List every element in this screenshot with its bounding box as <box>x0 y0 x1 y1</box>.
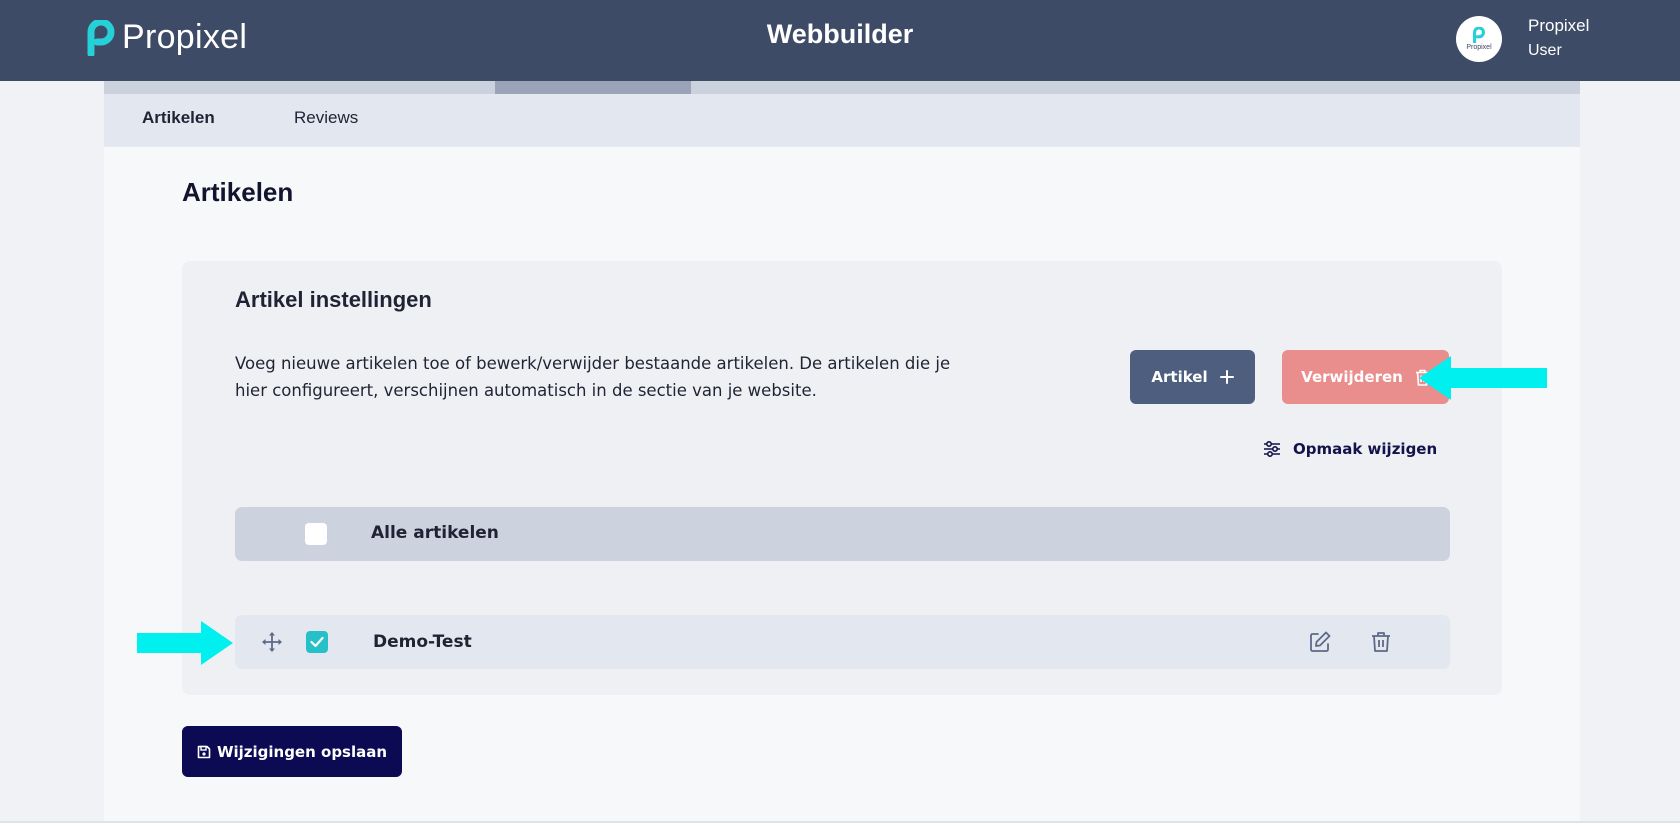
check-icon <box>310 636 324 648</box>
select-all-checkbox[interactable] <box>305 523 327 545</box>
select-all-label: Alle artikelen <box>371 523 499 543</box>
plus-icon <box>1219 370 1234 384</box>
card-description: Voeg nieuwe artikelen toe of bewerk/verw… <box>235 354 951 400</box>
add-article-button-label: Artikel <box>1151 368 1208 386</box>
save-changes-label: Wijzigingen opslaan <box>216 742 388 761</box>
tab-artikelen[interactable]: Artikelen <box>142 108 215 128</box>
item-label: Demo-Test <box>373 632 472 652</box>
delete-button-label: Verwijderen <box>1301 368 1403 386</box>
user-role: User <box>1528 42 1562 59</box>
tab-bar: Artikelen Reviews <box>104 94 1580 147</box>
list-item: Demo-Test <box>235 615 1450 669</box>
tab-reviews[interactable]: Reviews <box>294 108 358 128</box>
edit-format-label: Opmaak wijzigen <box>1293 440 1438 458</box>
annotation-arrow-left-icon <box>1419 356 1547 400</box>
card-title: Artikel instellingen <box>235 287 432 312</box>
add-article-button[interactable]: Artikel <box>1130 350 1255 404</box>
item-checkbox[interactable] <box>306 631 328 653</box>
avatar[interactable]: Propixel <box>1456 16 1502 62</box>
select-all-row: Alle artikelen <box>235 507 1450 561</box>
edit-icon[interactable] <box>1308 630 1332 654</box>
save-changes-button[interactable]: Wijzigingen opslaan <box>182 726 402 777</box>
main-content: Artikelen Reviews Artikelen Artikel inst… <box>104 81 1580 823</box>
edit-format-link[interactable]: Opmaak wijzigen <box>1263 440 1437 458</box>
floppy-disk-icon <box>197 745 211 758</box>
sliders-icon <box>1264 441 1280 457</box>
avatar-logo-icon <box>1473 27 1485 43</box>
top-bar: Propixel Webbuilder Propixel Propixel Us… <box>0 0 1680 81</box>
user-name[interactable]: Propixel <box>1528 16 1589 36</box>
page-title: Artikelen <box>182 177 294 207</box>
progress-bar <box>104 81 1580 94</box>
annotation-arrow-right-icon <box>137 621 233 665</box>
app-title: Webbuilder <box>766 19 914 49</box>
trash-icon[interactable] <box>1369 630 1393 654</box>
article-settings-card: Artikel instellingen Voeg nieuwe artikel… <box>182 261 1502 695</box>
progress-bar-fill <box>495 81 691 94</box>
avatar-label: Propixel <box>1466 44 1492 51</box>
move-icon[interactable] <box>261 631 283 653</box>
